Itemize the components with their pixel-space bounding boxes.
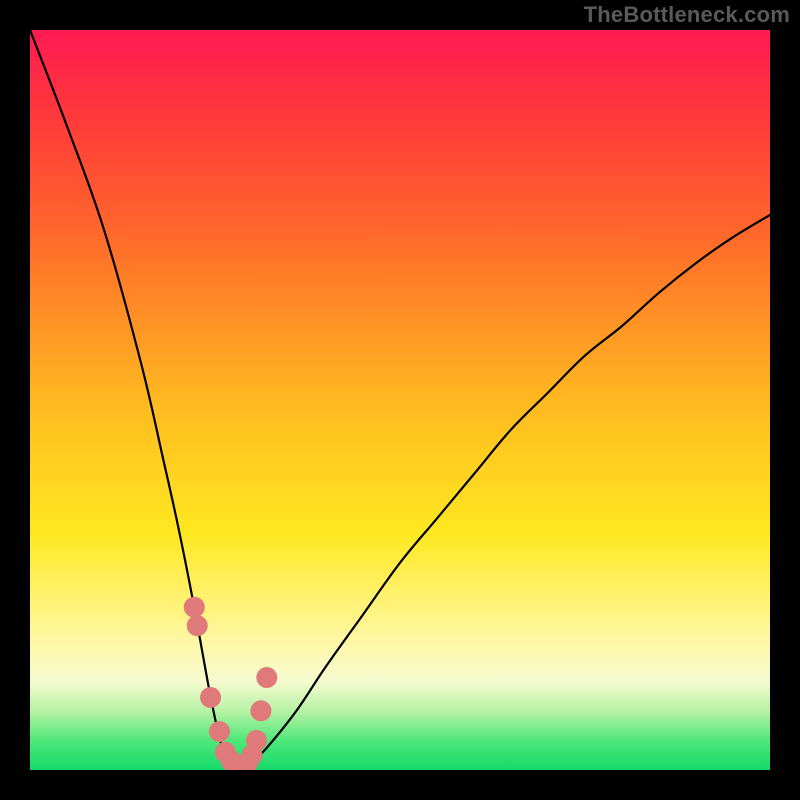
marker-point: [250, 700, 271, 721]
marker-point: [256, 667, 277, 688]
marker-point: [200, 687, 221, 708]
marker-point: [209, 721, 230, 742]
marker-point: [184, 597, 205, 618]
marker-point: [187, 615, 208, 636]
marker-point: [246, 730, 267, 751]
bottleneck-curve: [30, 30, 770, 770]
watermark-text: TheBottleneck.com: [584, 2, 790, 28]
marker-group: [184, 597, 278, 770]
plot-area: [30, 30, 770, 770]
chart-svg: [30, 30, 770, 770]
chart-frame: TheBottleneck.com: [0, 0, 800, 800]
